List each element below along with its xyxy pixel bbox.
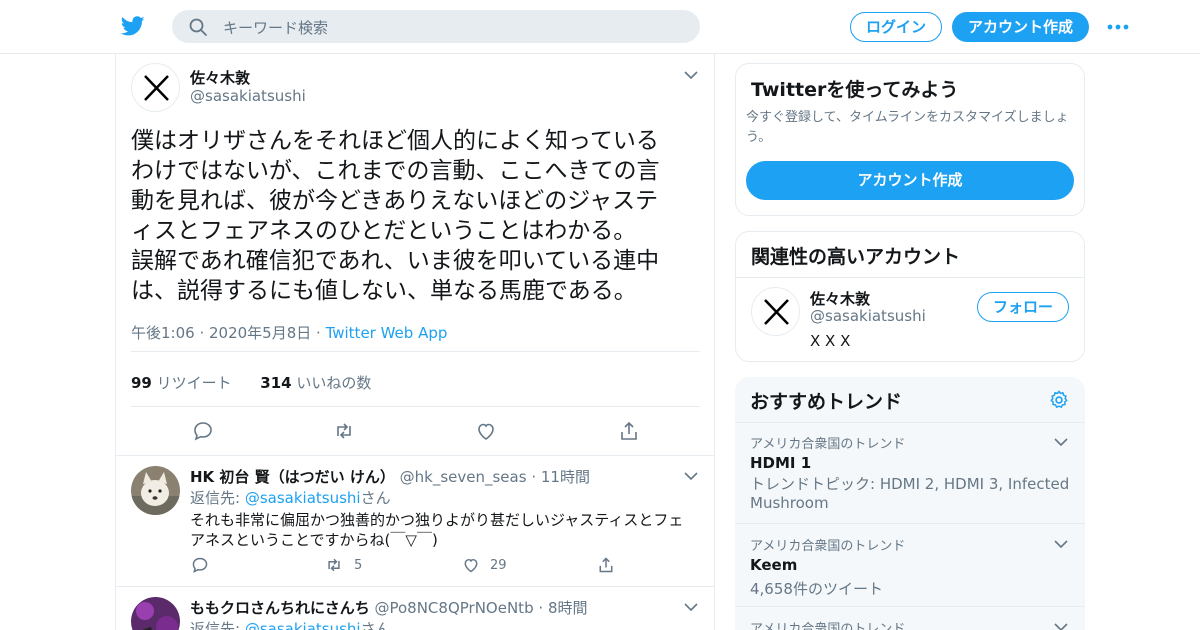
trend-context: アメリカ合衆国のトレンド [750, 539, 906, 554]
reply-text: それも非常に偏屈かつ独善的かつ独りよがり甚だしいジャスティスとフェ アネスという… [190, 511, 684, 549]
twitter-bird-icon[interactable] [120, 14, 146, 38]
dot-separator: · [531, 468, 537, 486]
trends-card: おすすめトレンド アメリカ合衆国のトレンド HDMI 1 トレンドトピック: H… [735, 377, 1085, 630]
reply-to-handle-link[interactable]: @sasakiatsushi [245, 620, 361, 630]
reply-icon[interactable] [191, 556, 209, 574]
reply-icon[interactable] [192, 420, 214, 442]
share-icon[interactable] [597, 556, 615, 574]
chevron-down-icon[interactable] [1053, 536, 1069, 552]
author-name[interactable]: 佐々木敦 [190, 67, 250, 88]
trend-meta: トレンドトピック: HDMI 2, HDMI 3, Infected Mushr… [750, 475, 1070, 512]
reply-like-count: 29 [490, 558, 507, 573]
trend-context: アメリカ合衆国のトレンド [750, 622, 906, 630]
reply-header: ももクロさんちれにさんち @Po8NC8QPrNOeNtb · 8時間 [190, 598, 587, 618]
reply-author-handle[interactable]: @Po8NC8QPrNOeNtb [374, 599, 533, 617]
author-handle[interactable]: @sasakiatsushi [190, 87, 306, 105]
search-input[interactable]: キーワード検索 [223, 17, 328, 38]
more-options-icon[interactable] [1106, 18, 1130, 36]
x-logo-icon [764, 299, 789, 325]
tweet-text: 僕はオリザさんをそれほど個人的によく知っている わけではないが、これまでの言動、… [131, 128, 660, 304]
replying-to: 返信先: @sasakiatsushiさん [190, 489, 391, 507]
signup-button[interactable]: アカウント作成 [952, 12, 1089, 42]
signup-card: Twitterを使ってみよう 今すぐ登録して、タイムラインをカスタマイズしましょ… [735, 63, 1085, 216]
gear-icon[interactable] [1048, 389, 1070, 411]
reply-author-name[interactable]: ももクロさんちれにさんち [190, 599, 370, 617]
signup-card-button[interactable]: アカウント作成 [746, 161, 1074, 200]
related-account-bio: X X X [810, 332, 851, 350]
trend-context: アメリカ合衆国のトレンド [750, 437, 906, 452]
share-icon[interactable] [618, 420, 640, 442]
divider [736, 277, 1084, 278]
heart-icon[interactable] [462, 556, 480, 574]
reply-to-handle-link[interactable]: @sasakiatsushi [245, 489, 361, 507]
trend-name[interactable]: Keem [750, 556, 797, 574]
trend-name[interactable]: HDMI 1 [750, 454, 811, 472]
search-box[interactable]: キーワード検索 [172, 10, 700, 43]
retweet-stat[interactable]: 99 リツイート [131, 374, 232, 392]
reply-avatar[interactable] [131, 597, 180, 630]
tweet-metadata: 午後1:06 · 2020年5月8日 · Twitter Web App [131, 322, 447, 343]
login-button[interactable]: ログイン [850, 12, 942, 42]
divider [735, 422, 1085, 423]
chevron-down-icon[interactable] [1053, 619, 1069, 630]
photo-avatar [131, 597, 180, 630]
heart-icon[interactable] [475, 420, 497, 442]
related-account-handle[interactable]: @sasakiatsushi [810, 307, 926, 325]
author-avatar[interactable] [131, 63, 180, 112]
reply-header: HK 初台 賢（はつだい けん） @hk_seven_seas · 11時間 [190, 467, 590, 487]
x-logo-icon [144, 75, 169, 101]
reply-author-handle[interactable]: @hk_seven_seas [400, 468, 527, 486]
retweet-icon[interactable] [333, 420, 355, 442]
reply-avatar[interactable] [131, 466, 180, 515]
tweet-source-link[interactable]: Twitter Web App [326, 324, 448, 342]
related-card-title: 関連性の高いアカウント [751, 246, 961, 268]
like-stat[interactable]: 314 いいねの数 [260, 374, 371, 392]
signup-card-title: Twitterを使ってみよう [751, 79, 959, 101]
tweet-stats: 99 リツイート 314 いいねの数 [131, 372, 371, 393]
divider [131, 351, 700, 352]
meta-separator: · [311, 324, 326, 342]
related-accounts-card: 関連性の高いアカウント 佐々木敦 @sasakiatsushi X X X フォ… [735, 231, 1085, 362]
dog-photo-avatar [131, 466, 180, 515]
main-timeline-column: 佐々木敦 @sasakiatsushi 僕はオリザさんをそれほど個人的によく知っ… [115, 54, 715, 630]
trend-meta: 4,658件のツイート [750, 580, 883, 598]
top-navigation-bar: キーワード検索 ログイン アカウント作成 [0, 0, 1200, 54]
chevron-down-icon[interactable] [683, 599, 699, 615]
reply-time[interactable]: 11時間 [541, 468, 590, 486]
tweet-timestamp[interactable]: 午後1:06 · 2020年5月8日 [131, 324, 311, 342]
divider [735, 523, 1085, 524]
dot-separator: · [538, 599, 544, 617]
divider [116, 455, 714, 456]
chevron-down-icon[interactable] [683, 67, 699, 83]
reply-time[interactable]: 8時間 [548, 599, 588, 617]
divider [131, 406, 700, 407]
divider [116, 586, 714, 587]
related-account-name[interactable]: 佐々木敦 [810, 288, 870, 309]
trends-card-title: おすすめトレンド [750, 391, 903, 413]
reply-author-name[interactable]: HK 初台 賢（はつだい けん） [190, 468, 395, 486]
related-account-avatar[interactable] [751, 287, 800, 336]
reply-retweet-count: 5 [354, 558, 363, 573]
follow-button[interactable]: フォロー [977, 292, 1069, 322]
chevron-down-icon[interactable] [683, 468, 699, 484]
replying-to: 返信先: @sasakiatsushiさん [190, 619, 391, 630]
signup-card-description: 今すぐ登録して、タイムラインをカスタマイズしましょ う。 [746, 110, 1069, 145]
retweet-icon[interactable] [325, 556, 343, 574]
chevron-down-icon[interactable] [1053, 434, 1069, 450]
divider [735, 606, 1085, 607]
search-icon [189, 18, 207, 36]
